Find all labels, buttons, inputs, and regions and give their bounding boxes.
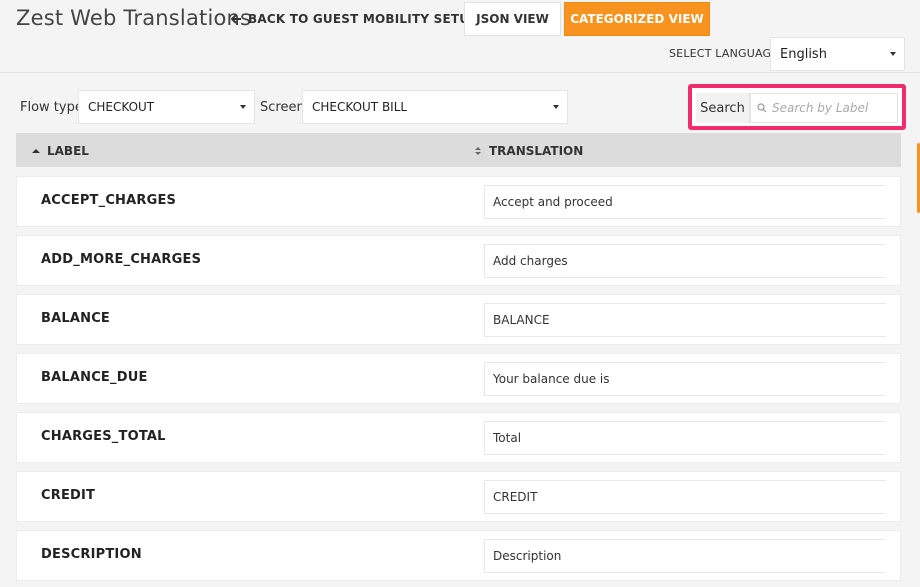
flow-type-select[interactable]: CHECKOUT	[78, 90, 255, 124]
flow-type-label: Flow type	[20, 100, 83, 115]
column-header-label[interactable]: LABEL	[32, 144, 89, 158]
arrow-left-icon	[231, 14, 241, 24]
translation-input[interactable]: Your balance due is	[484, 362, 886, 396]
table-row: ADD_MORE_CHARGES Add charges	[16, 235, 901, 286]
json-view-button[interactable]: JSON VIEW	[464, 2, 561, 36]
back-link-label: BACK TO GUEST MOBILITY SETUP	[248, 12, 479, 26]
search-icon	[757, 103, 767, 113]
translation-input[interactable]: BALANCE	[484, 303, 886, 337]
language-select[interactable]: English	[770, 37, 905, 71]
screen-select[interactable]: CHECKOUT BILL	[302, 90, 568, 124]
table-row: DESCRIPTION Description	[16, 530, 901, 581]
column-header-translation[interactable]: TRANSLATION	[474, 144, 583, 158]
table-row: ACCEPT_CHARGES Accept and proceed	[16, 176, 901, 227]
search-box: Search	[688, 84, 906, 130]
page-title: Zest Web Translations	[16, 6, 252, 30]
translation-input[interactable]: Total	[484, 421, 886, 455]
app-header: Zest Web Translations BACK TO GUEST MOBI…	[0, 0, 920, 72]
search-input[interactable]	[772, 101, 892, 115]
sort-icon	[475, 147, 481, 155]
caret-down-icon	[240, 105, 246, 109]
row-label: CREDIT	[41, 488, 96, 503]
select-language-label: SELECT LANGUAGE	[669, 47, 779, 60]
categorized-view-button[interactable]: CATEGORIZED VIEW	[564, 2, 710, 36]
table-row: BALANCE BALANCE	[16, 294, 901, 345]
table-row: CHARGES_TOTAL Total	[16, 412, 901, 463]
translation-input[interactable]: Description	[484, 539, 886, 573]
row-label: ADD_MORE_CHARGES	[41, 252, 202, 267]
caret-down-icon	[553, 105, 559, 109]
screen-select-value: CHECKOUT BILL	[312, 100, 408, 114]
table-row: BALANCE_DUE Your balance due is	[16, 353, 901, 404]
column-header-label-text: LABEL	[47, 144, 89, 158]
column-header-translation-text: TRANSLATION	[489, 144, 584, 158]
translation-input[interactable]: CREDIT	[484, 480, 886, 514]
row-label: DESCRIPTION	[41, 547, 142, 562]
search-field[interactable]	[750, 93, 898, 123]
caret-down-icon	[890, 52, 896, 56]
table-header: LABEL TRANSLATION	[16, 133, 901, 167]
sort-ascending-icon	[32, 149, 40, 153]
row-label: BALANCE	[41, 311, 111, 326]
search-label: Search	[696, 93, 750, 123]
screen-label: Screen	[260, 100, 305, 115]
language-select-value: English	[780, 46, 827, 62]
header-divider	[0, 72, 920, 73]
flow-type-select-value: CHECKOUT	[88, 100, 155, 114]
back-to-guest-mobility-link[interactable]: BACK TO GUEST MOBILITY SETUP	[231, 12, 478, 26]
translation-input[interactable]: Add charges	[484, 244, 886, 278]
row-label: ACCEPT_CHARGES	[41, 193, 177, 208]
translation-input[interactable]: Accept and proceed	[484, 185, 886, 219]
table-row: CREDIT CREDIT	[16, 471, 901, 522]
row-label: CHARGES_TOTAL	[41, 429, 166, 444]
row-label: BALANCE_DUE	[41, 370, 148, 385]
